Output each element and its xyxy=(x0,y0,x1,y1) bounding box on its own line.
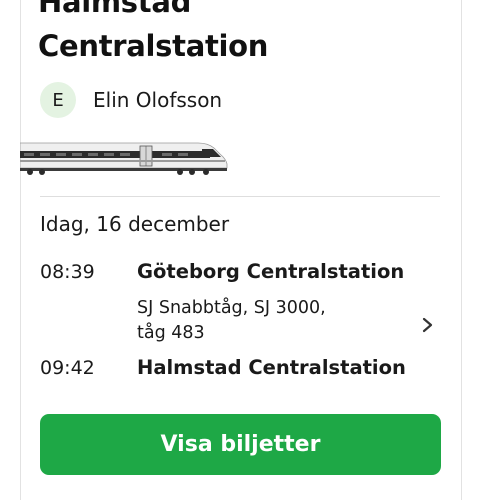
passenger-row: E Elin Olofsson xyxy=(40,82,222,118)
journey-date: Idag, 16 december xyxy=(40,212,230,236)
departure-time: 08:39 xyxy=(40,261,95,283)
destination-title-line2: Centralstation xyxy=(38,29,269,63)
train-service-line2: tåg 483 xyxy=(137,323,205,343)
arrival-time: 09:42 xyxy=(40,357,95,379)
arrival-station: Halmstad Centralstation xyxy=(137,356,406,379)
departure-station: Göteborg Centralstation xyxy=(137,260,405,283)
chevron-right-icon[interactable] xyxy=(418,314,438,336)
avatar-initial: E xyxy=(52,89,64,111)
show-tickets-button[interactable]: Visa biljetter xyxy=(40,414,441,475)
divider xyxy=(40,196,440,197)
avatar: E xyxy=(40,82,76,118)
train-illustration xyxy=(20,142,228,175)
train-service[interactable]: SJ Snabbtåg, SJ 3000, tåg 483 xyxy=(137,296,367,346)
destination-title-line1: Halmstad xyxy=(38,0,192,19)
passenger-name: Elin Olofsson xyxy=(93,88,223,112)
train-service-line1: SJ Snabbtåg, SJ 3000, xyxy=(137,298,326,318)
destination-title: Halmstad Centralstation xyxy=(38,0,458,68)
